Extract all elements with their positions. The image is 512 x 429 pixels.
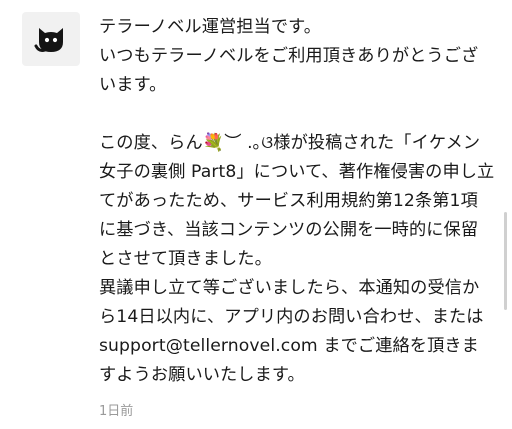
notification-message: テラーノベル運営担当です。 いつもテラーノベルをご利用頂きありがとうございます。…: [99, 13, 495, 390]
greeting-line-1: テラーノベル運営担当です。: [99, 17, 321, 37]
avatar: [22, 12, 80, 66]
appeal-paragraph: 異議申し立て等ございましたら、本通知の受信から14日以内に、アプリ内のお問い合わ…: [99, 278, 484, 385]
greeting-line-2: いつもテラーノベルをご利用頂きありがとうございます。: [99, 46, 479, 95]
timestamp: 1日前: [99, 404, 134, 419]
notice-paragraph: この度、らん💐︶ .｡ଓ様が投稿された「イケメン女子の裏側 Part8」について…: [99, 133, 495, 269]
black-cat-icon: [34, 28, 63, 52]
scrollbar[interactable]: [504, 212, 507, 310]
